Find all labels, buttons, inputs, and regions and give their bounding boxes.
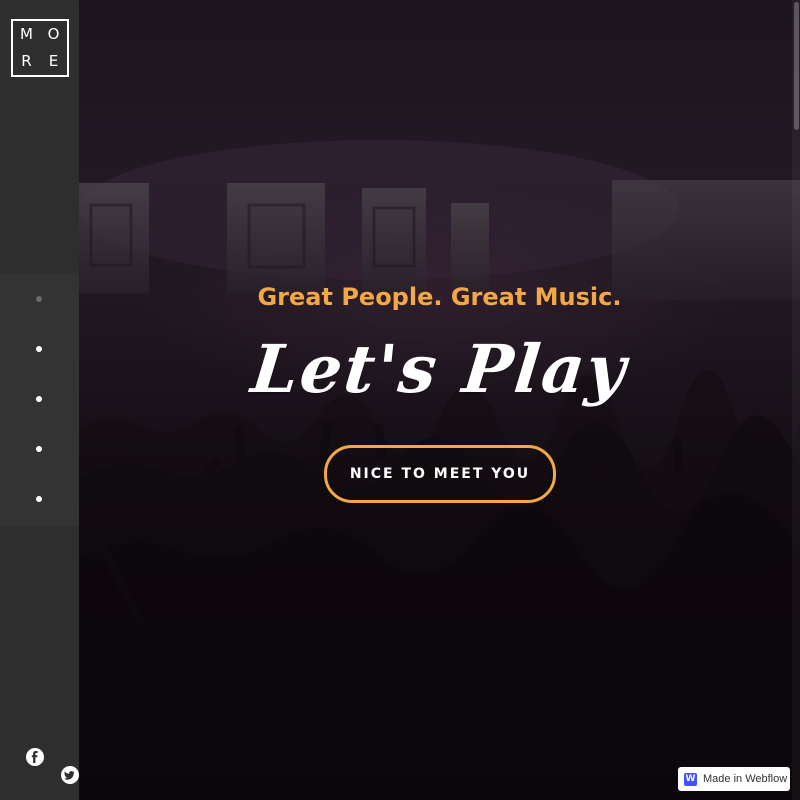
scrollbar-track[interactable] bbox=[792, 0, 800, 800]
made-in-webflow-badge[interactable]: W Made in Webflow bbox=[678, 767, 790, 791]
section-nav-dot-3[interactable] bbox=[36, 396, 42, 402]
page: M O R E Great People. Great Music. Let's… bbox=[0, 0, 800, 800]
section-nav-dot-1[interactable] bbox=[36, 296, 42, 302]
logo-letter: M bbox=[20, 25, 33, 43]
scrollbar-thumb[interactable] bbox=[794, 2, 799, 130]
hero-subtitle: Great People. Great Music. bbox=[257, 283, 622, 311]
logo-letter: O bbox=[47, 25, 60, 43]
badge-label: Made in Webflow bbox=[703, 773, 788, 785]
twitter-icon[interactable] bbox=[61, 766, 79, 784]
facebook-icon[interactable] bbox=[26, 748, 44, 766]
section-nav-dot-2[interactable] bbox=[36, 346, 42, 352]
section-nav-dot-4[interactable] bbox=[36, 446, 42, 452]
webflow-icon: W bbox=[684, 772, 697, 786]
logo-letter: R bbox=[21, 52, 32, 70]
section-nav-dot-5[interactable] bbox=[36, 496, 42, 502]
hero-section: Great People. Great Music. Let's Play NI… bbox=[79, 0, 800, 800]
sidebar: M O R E bbox=[0, 0, 79, 800]
hero-title: Let's Play bbox=[247, 330, 632, 408]
logo-letter: E bbox=[48, 52, 59, 70]
section-nav bbox=[0, 273, 79, 526]
logo[interactable]: M O R E bbox=[11, 19, 69, 77]
nice-to-meet-you-button[interactable]: NICE TO MEET YOU bbox=[324, 445, 556, 503]
